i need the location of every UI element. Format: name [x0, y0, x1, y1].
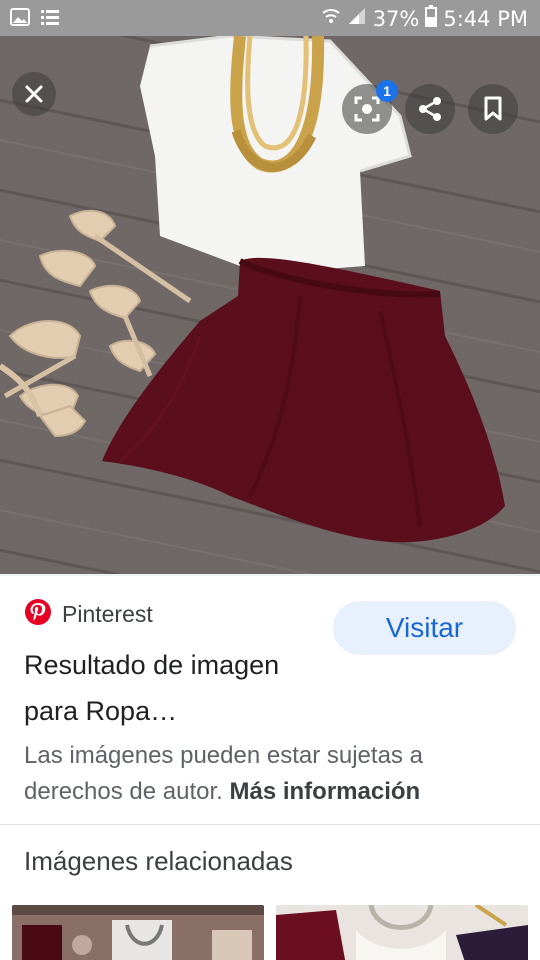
signal-icon: [347, 6, 367, 32]
copyright-notice: Las imágenes pueden estar sujetas a dere…: [24, 738, 524, 810]
source-name[interactable]: Pinterest: [62, 601, 153, 628]
list-icon: [40, 8, 60, 31]
main-image[interactable]: 1: [0, 36, 540, 576]
result-info-panel: Pinterest Visitar Resultado de imagen pa…: [0, 576, 540, 824]
more-info-link[interactable]: Más información: [229, 778, 420, 805]
lens-search-button[interactable]: 1: [342, 80, 398, 134]
pinterest-icon: [24, 598, 52, 631]
status-right-icons: 37% 5:44 PM: [321, 5, 528, 33]
result-title[interactable]: Resultado de imagen para Ropa…: [24, 642, 324, 734]
share-icon: [417, 96, 443, 122]
related-image-thumbnail[interactable]: [12, 905, 264, 960]
bookmark-icon: [483, 96, 503, 122]
gallery-icon: [10, 8, 30, 31]
share-button[interactable]: [405, 84, 455, 134]
status-bar: 37% 5:44 PM: [0, 0, 540, 36]
related-image-thumbnail[interactable]: [276, 905, 528, 960]
lens-icon: [353, 95, 381, 123]
battery-level: 37%: [372, 7, 420, 31]
save-button[interactable]: [468, 84, 518, 134]
divider: [0, 824, 540, 825]
lens-badge: 1: [376, 80, 398, 102]
close-button[interactable]: [12, 72, 56, 116]
related-images-heading: Imágenes relacionadas: [24, 846, 293, 876]
wifi-icon: [321, 6, 341, 32]
clock: 5:44 PM: [443, 7, 528, 31]
outfit-photo: [0, 36, 540, 576]
visit-button[interactable]: Visitar: [333, 601, 516, 655]
battery-icon: [425, 5, 438, 33]
status-left-icons: [10, 8, 60, 31]
source-row: Pinterest: [24, 598, 153, 631]
close-icon: [24, 84, 44, 104]
